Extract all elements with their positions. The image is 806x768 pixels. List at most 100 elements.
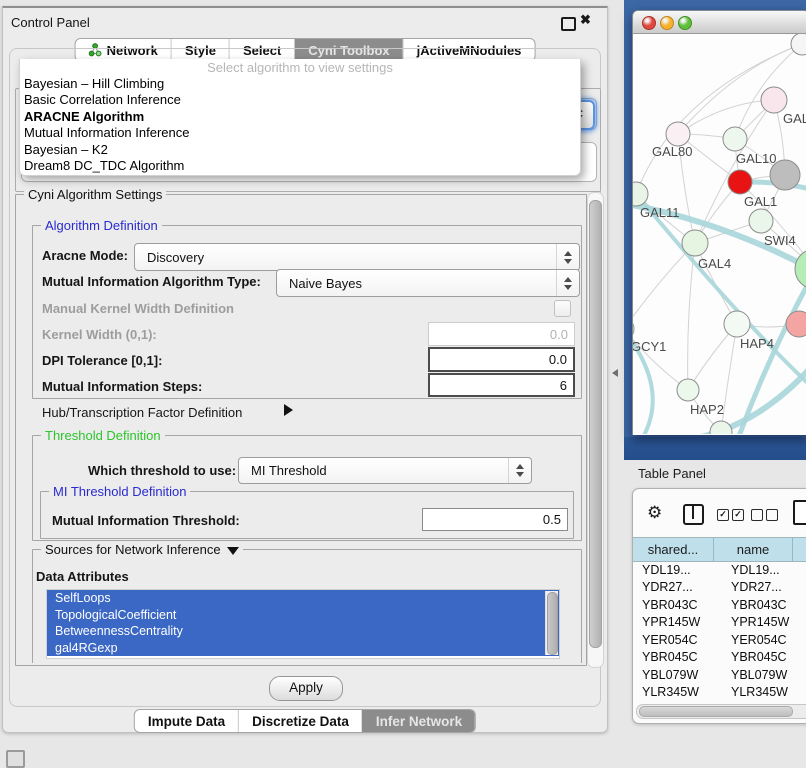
- network-node[interactable]: [795, 249, 806, 289]
- select-all-icon[interactable]: ✓✓: [717, 509, 744, 521]
- table-row[interactable]: YPR145WYPR145W9.: [633, 614, 806, 632]
- tab-discretize-data[interactable]: Discretize Data: [238, 710, 362, 732]
- table-cell: YBL079W: [633, 668, 722, 682]
- network-edge[interactable]: [633, 243, 695, 329]
- network-node-hap2[interactable]: [677, 379, 699, 401]
- attribute-list-item[interactable]: BetweennessCentrality: [47, 623, 559, 640]
- table-row[interactable]: YBR043CYBR043C: [633, 596, 806, 614]
- split-columns-icon[interactable]: [683, 504, 704, 525]
- mi-threshold-label: Mutual Information Threshold:: [52, 513, 240, 528]
- dropdown-item[interactable]: Bayesian – K2: [20, 142, 580, 158]
- aracne-mode-select[interactable]: Discovery: [134, 243, 580, 271]
- network-thick-edge[interactable]: [738, 271, 806, 434]
- scrollbar-thumb[interactable]: [639, 706, 793, 717]
- table-horizontal-scrollbar[interactable]: [636, 704, 806, 719]
- gear-icon[interactable]: ⚙: [647, 502, 662, 524]
- network-node-gal4[interactable]: [682, 230, 708, 256]
- which-threshold-select[interactable]: MI Threshold: [238, 457, 532, 484]
- zoom-traffic-light[interactable]: [678, 16, 692, 30]
- cyni-bottom-tabbar: Impute Data Discretize Data Infer Network: [134, 709, 476, 733]
- network-edge[interactable]: [678, 100, 774, 134]
- network-node-gcy1[interactable]: [633, 317, 634, 341]
- mi-type-select[interactable]: Naive Bayes: [276, 269, 580, 297]
- panel-collapse-handle[interactable]: [612, 369, 618, 377]
- mi-steps-field[interactable]: 6: [428, 373, 575, 397]
- dropdown-item[interactable]: Bayesian – Hill Climbing: [20, 76, 580, 92]
- deselect-all-icon[interactable]: [751, 509, 778, 521]
- network-node-gal10[interactable]: [723, 127, 747, 151]
- minimized-panel-icon[interactable]: [6, 750, 25, 768]
- table-row[interactable]: YBR045CYBR045C9.: [633, 649, 806, 667]
- dpi-tolerance-label: DPI Tolerance [0,1]:: [42, 353, 162, 368]
- kernel-width-label: Kernel Width (0,1):: [42, 327, 157, 342]
- table-toolbar: ⚙ ✓✓: [633, 489, 806, 537]
- apply-button[interactable]: Apply: [269, 676, 343, 701]
- tab-infer-network[interactable]: Infer Network: [362, 710, 475, 732]
- node-label: HAP2: [690, 402, 724, 417]
- desktop-shadow-band: [624, 437, 806, 460]
- kernel-width-field[interactable]: 0.0: [428, 322, 575, 346]
- network-node-gal[interactable]: [761, 87, 787, 113]
- column-header[interactable]: shared...: [633, 538, 714, 561]
- table-cell: YDR27...: [633, 580, 722, 594]
- table-row[interactable]: YLR345WYLR345W9.: [633, 684, 806, 702]
- table-cell: YER054C: [722, 633, 806, 647]
- mi-threshold-field[interactable]: 0.5: [422, 508, 568, 531]
- network-canvas[interactable]: GALGAL80GAL10GAL1GAL11SWI4GAL4GCY1HAP4YH…: [633, 34, 806, 434]
- scrollbar-thumb[interactable]: [589, 200, 602, 648]
- network-thick-edge[interactable]: [692, 364, 806, 434]
- table-cell: YBR043C: [633, 598, 722, 612]
- table-row[interactable]: YBL079WYBL079W: [633, 666, 806, 684]
- table-cell: YLR345W: [633, 685, 722, 699]
- dropdown-item[interactable]: Mutual Information Inference: [20, 125, 580, 141]
- data-attributes-label: Data Attributes: [36, 569, 129, 584]
- node-label: GAL11: [640, 205, 680, 220]
- dropdown-placeholder: Select algorithm to view settings: [20, 59, 580, 76]
- dropdown-item[interactable]: Basic Correlation Inference: [20, 92, 580, 108]
- combo-arrows-icon: [508, 458, 531, 483]
- tab-impute-data[interactable]: Impute Data: [135, 710, 238, 732]
- close-icon[interactable]: ✖: [580, 12, 591, 28]
- attribute-list-item[interactable]: SelfLoops: [47, 590, 559, 607]
- list-scrollbar[interactable]: [545, 591, 558, 655]
- table-cell: YBR045C: [722, 650, 806, 664]
- network-node-gal1[interactable]: [728, 170, 752, 194]
- dpi-tolerance-field[interactable]: 0.0: [428, 347, 575, 372]
- network-thick-edge[interactable]: [638, 196, 806, 389]
- table-panel-title: Table Panel: [638, 466, 706, 481]
- attribute-list-item[interactable]: gal4RGexp: [47, 640, 559, 657]
- network-node-hap4[interactable]: [724, 311, 750, 337]
- manual-kernel-label: Manual Kernel Width Definition: [42, 301, 234, 316]
- tab-label: Discretize Data: [252, 714, 349, 729]
- data-attributes-list: SelfLoopsTopologicalCoefficientBetweenne…: [46, 589, 560, 659]
- dropdown-item[interactable]: Dream8 DC_TDC Algorithm: [20, 158, 580, 174]
- new-table-icon[interactable]: [793, 500, 806, 525]
- network-window-titlebar[interactable]: [633, 11, 806, 34]
- table-cell: YPR145W: [722, 615, 806, 629]
- table-body: YDL19...YDL19...13YDR27...YDR27...12YBR0…: [633, 561, 806, 704]
- close-traffic-light[interactable]: [642, 16, 656, 30]
- expand-arrow-icon[interactable]: [284, 404, 293, 416]
- dropdown-item[interactable]: ARACNE Algorithm: [20, 109, 580, 125]
- column-header[interactable]: name: [714, 538, 793, 561]
- hub-section-label[interactable]: Hub/Transcription Factor Definition: [42, 405, 242, 420]
- scrollbar-thumb[interactable]: [547, 592, 558, 655]
- collapse-arrow-icon[interactable]: [227, 547, 239, 555]
- column-header[interactable]: A: [793, 538, 806, 561]
- network-node-swi4[interactable]: [749, 209, 773, 233]
- table-panel-window: ⚙ ✓✓ shared...nameA YDL19...YDL19...13YD…: [632, 488, 806, 724]
- minimize-traffic-light[interactable]: [660, 16, 674, 30]
- table-cell: YBR043C: [722, 598, 806, 612]
- table-row[interactable]: YER054CYER054C8.: [633, 631, 806, 649]
- table-row[interactable]: YDR27...YDR27...12: [633, 579, 806, 597]
- tab-label: Infer Network: [376, 714, 462, 729]
- table-cell: YDL19...: [722, 563, 806, 577]
- float-window-icon[interactable]: [561, 17, 576, 31]
- attribute-list-item[interactable]: TopologicalCoefficient: [47, 607, 559, 624]
- network-node[interactable]: [710, 421, 732, 434]
- network-node-gal80[interactable]: [666, 122, 690, 146]
- node-label: GAL4: [698, 256, 731, 271]
- table-row[interactable]: YDL19...YDL19...13: [633, 561, 806, 579]
- manual-kernel-checkbox[interactable]: [554, 300, 571, 317]
- settings-scrollbar[interactable]: [587, 192, 604, 668]
